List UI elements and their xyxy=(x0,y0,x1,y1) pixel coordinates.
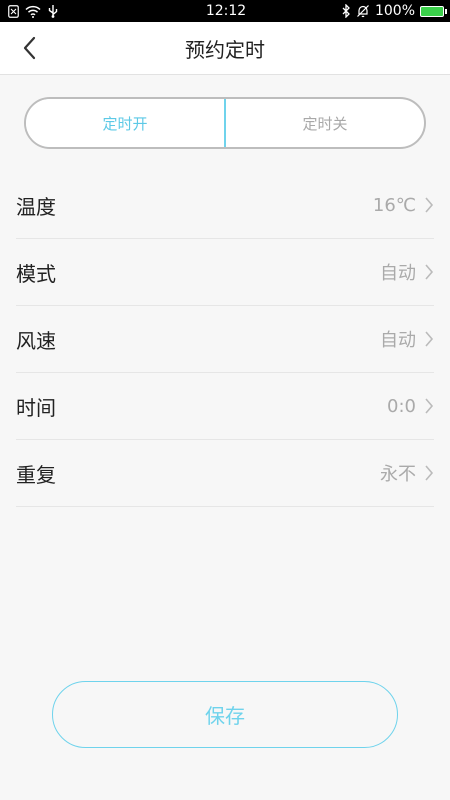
status-time: 12:12 xyxy=(205,3,247,19)
setting-row-temperature[interactable]: 温度 16℃ xyxy=(16,172,434,239)
setting-value-group: 永不 xyxy=(380,460,434,486)
setting-value-group: 自动 xyxy=(380,259,434,285)
back-button[interactable] xyxy=(14,32,46,64)
notification-icon xyxy=(8,4,19,18)
chevron-left-icon xyxy=(23,36,36,60)
setting-value-group: 16℃ xyxy=(373,195,434,216)
setting-value-group: 0:0 xyxy=(387,396,434,417)
save-button[interactable]: 保存 xyxy=(52,681,398,748)
setting-value-group: 自动 xyxy=(380,326,434,352)
setting-label: 温度 xyxy=(16,194,56,219)
app-header: 预约定时 xyxy=(0,22,450,75)
status-bar: 12:12 100% xyxy=(0,0,450,22)
status-left xyxy=(0,4,158,18)
setting-row-repeat[interactable]: 重复 永不 xyxy=(16,440,434,507)
battery-icon xyxy=(420,5,447,17)
bluetooth-icon xyxy=(341,4,351,18)
setting-value: 16℃ xyxy=(372,194,416,216)
chevron-right-icon xyxy=(425,197,434,213)
chevron-right-icon xyxy=(425,398,434,414)
setting-label: 风速 xyxy=(16,328,56,353)
tab-timer-off[interactable]: 定时关 xyxy=(226,99,424,147)
chevron-right-icon xyxy=(425,331,434,347)
setting-value: 0:0 xyxy=(387,395,416,417)
settings-list: 温度 16℃ 模式 自动 风速 自动 时间 0:0 重复 永不 xyxy=(16,172,434,507)
setting-label: 模式 xyxy=(16,261,56,286)
wifi-icon xyxy=(25,5,41,18)
chevron-right-icon xyxy=(425,264,434,280)
chevron-right-icon xyxy=(425,465,434,481)
status-right: 100% xyxy=(294,3,450,19)
setting-row-time[interactable]: 时间 0:0 xyxy=(16,373,434,440)
setting-row-fan-speed[interactable]: 风速 自动 xyxy=(16,306,434,373)
setting-value: 自动 xyxy=(380,330,416,351)
tab-timer-on[interactable]: 定时开 xyxy=(26,99,226,147)
setting-value: 自动 xyxy=(380,263,416,284)
setting-label: 时间 xyxy=(16,395,56,420)
mute-bell-icon xyxy=(356,4,370,18)
usb-icon xyxy=(47,4,59,18)
battery-percent: 100% xyxy=(374,3,415,19)
setting-row-mode[interactable]: 模式 自动 xyxy=(16,239,434,306)
setting-value: 永不 xyxy=(380,464,416,485)
timer-segment-control: 定时开 定时关 xyxy=(24,97,426,149)
setting-label: 重复 xyxy=(16,462,56,487)
page-title: 预约定时 xyxy=(185,37,265,62)
